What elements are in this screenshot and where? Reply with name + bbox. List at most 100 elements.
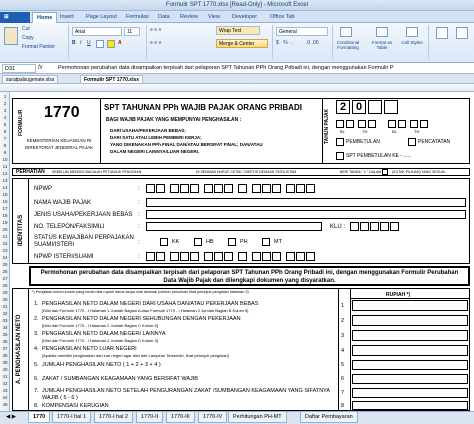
row-number[interactable]: 27 [0, 276, 10, 281]
npwp-cell[interactable] [170, 184, 179, 193]
klu-cell[interactable] [370, 222, 379, 231]
row-number[interactable]: 36 [0, 339, 10, 344]
npwp-cell[interactable] [190, 184, 199, 193]
bl-box[interactable] [388, 120, 396, 128]
worksheet[interactable]: FORMULIR 1770 KEMENTERIAN KEUANGAN RI DI… [10, 92, 474, 411]
th-box[interactable] [368, 120, 376, 128]
font-color-icon[interactable]: A [118, 40, 122, 46]
row-number[interactable]: 45 [0, 402, 10, 407]
npwp-isteri-cell[interactable] [146, 252, 155, 261]
row-number[interactable]: 33 [0, 318, 10, 323]
row-number[interactable]: 21 [0, 234, 10, 239]
klu-cell[interactable] [360, 222, 369, 231]
row-number[interactable]: 1 [0, 94, 10, 99]
row-number[interactable]: 31 [0, 304, 10, 309]
item-7-input[interactable] [352, 388, 468, 398]
status-hb-checkbox[interactable] [194, 238, 202, 246]
row-number[interactable]: 32 [0, 311, 10, 316]
italic-icon[interactable]: I [80, 40, 81, 46]
npwp-cell[interactable] [286, 184, 295, 193]
tab-office-tab[interactable]: Office Tab [266, 12, 299, 23]
row-number[interactable]: 42 [0, 381, 10, 386]
row-number[interactable]: 22 [0, 241, 10, 246]
notice-cell[interactable]: Permohonan perubahan data disampaikan te… [29, 266, 470, 286]
cell-styles-button[interactable]: Cell Styles [400, 40, 424, 45]
klu-cell[interactable] [380, 222, 389, 231]
format-painter-button[interactable]: Format Painter [22, 44, 55, 50]
npwp-cell[interactable] [262, 184, 271, 193]
row-number[interactable]: 37 [0, 346, 10, 351]
row-number[interactable]: 12 [0, 171, 10, 176]
status-ph-checkbox[interactable] [228, 238, 236, 246]
office-button[interactable]: ⊞ [0, 12, 30, 23]
npwp-cell[interactable] [224, 184, 233, 193]
align-left-icon[interactable]: ≡ ≡ ≡ [150, 40, 162, 46]
conditional-formatting-button[interactable]: Conditional Formatting [330, 40, 366, 50]
row-number[interactable]: 7 [0, 136, 10, 141]
tab-developer[interactable]: Developer [228, 12, 261, 23]
year-digit-3[interactable] [368, 100, 382, 114]
row-number[interactable]: 38 [0, 353, 10, 358]
font-size-select[interactable]: 11 [124, 27, 140, 36]
npwp-cell[interactable] [296, 184, 305, 193]
npwp-cell[interactable] [180, 184, 189, 193]
tab-home[interactable]: Home [32, 12, 58, 23]
item-8-input[interactable] [352, 401, 468, 410]
row-number[interactable]: 20 [0, 227, 10, 232]
npwp-cell[interactable] [238, 184, 247, 193]
row-number[interactable]: 3 [0, 108, 10, 113]
nama-input[interactable] [146, 198, 466, 207]
npwp-isteri-cell[interactable] [214, 252, 223, 261]
npwp-cell[interactable] [146, 184, 155, 193]
cut-button[interactable]: Cut [22, 26, 30, 32]
row-number[interactable]: 6 [0, 129, 10, 134]
row-number[interactable]: 8 [0, 143, 10, 148]
npwp-cell[interactable] [252, 184, 261, 193]
pembetulan-checkbox[interactable] [336, 138, 344, 146]
row-number[interactable]: 2 [0, 101, 10, 106]
row-number[interactable]: 34 [0, 325, 10, 330]
status-mt-checkbox[interactable] [262, 238, 270, 246]
year-digit-2[interactable]: 0 [352, 100, 366, 114]
row-number[interactable]: 9 [0, 150, 10, 155]
npwp-isteri-cell[interactable] [252, 252, 261, 261]
sheet-tab-1770[interactable]: 1770 [28, 412, 51, 423]
borders-icon[interactable] [96, 40, 104, 48]
npwp-isteri-cell[interactable] [262, 252, 271, 261]
npwp-isteri-cell[interactable] [204, 252, 213, 261]
font-select[interactable]: Arial [72, 27, 122, 36]
npwp-isteri-cell[interactable] [286, 252, 295, 261]
decimal-icon[interactable]: .0 .00 [306, 40, 319, 46]
tab-view[interactable]: View [204, 12, 224, 23]
row-number[interactable]: 29 [0, 290, 10, 295]
row-number[interactable]: 11 [0, 164, 10, 169]
npwp-cell[interactable] [214, 184, 223, 193]
npwp-cell[interactable] [306, 184, 315, 193]
pencatatan-checkbox[interactable] [408, 138, 416, 146]
tab-review[interactable]: Review [176, 12, 202, 23]
sheet-tab-perhitungan[interactable]: Perhitungan PH-MT [228, 412, 287, 423]
doc-tab-suratpalsugenate[interactable]: suratpalsugenate.xlsx [2, 75, 59, 84]
format-as-table-icon[interactable] [376, 27, 388, 37]
format-as-table-button[interactable]: Format as Table [366, 40, 398, 50]
align-top-icon[interactable]: ≡ ≡ ≡ [150, 27, 162, 33]
tab-insert[interactable]: Insert [56, 12, 78, 23]
npwp-isteri-cell[interactable] [224, 252, 233, 261]
row-number[interactable]: 13 [0, 178, 10, 183]
item-6-input[interactable] [352, 374, 468, 384]
row-number[interactable]: 4 [0, 115, 10, 120]
fill-color-icon[interactable] [107, 40, 115, 48]
tab-page-layout[interactable]: Page Layout [82, 12, 121, 23]
status-kk-checkbox[interactable] [160, 238, 168, 246]
row-number[interactable]: 30 [0, 297, 10, 302]
sheet-tab-1770-iv[interactable]: 1770-IV [198, 412, 228, 423]
npwp-cell[interactable] [204, 184, 213, 193]
row-number[interactable]: 15 [0, 192, 10, 197]
name-box[interactable]: D31 [2, 64, 36, 73]
bl-box[interactable] [398, 120, 406, 128]
sheet-tab-1770-i-hal-2[interactable]: 1770-I hal 2 [94, 412, 134, 423]
klu-cell[interactable] [390, 222, 399, 231]
npwp-isteri-cell[interactable] [190, 252, 199, 261]
formula-input[interactable]: Permohonan perubahan data disampaikan te… [58, 65, 474, 71]
paste-icon[interactable] [4, 27, 18, 45]
